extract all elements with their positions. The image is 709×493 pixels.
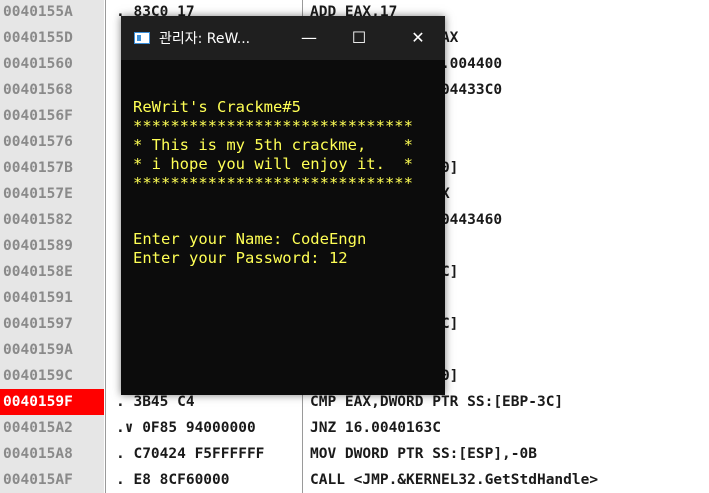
- column-divider: [302, 467, 303, 493]
- column-divider: [105, 363, 106, 389]
- row-address[interactable]: 004015AF: [0, 467, 104, 493]
- console-title: 관리자: ReW...: [159, 31, 251, 47]
- column-divider: [105, 207, 106, 233]
- row-address[interactable]: 0040157E: [0, 181, 104, 207]
- column-divider: [302, 441, 303, 467]
- banner-border-bottom: ******************************: [133, 174, 413, 192]
- row-address[interactable]: 0040159C: [0, 363, 104, 389]
- column-divider: [105, 467, 106, 493]
- row-disassembly[interactable]: JNZ 16.0040163C: [310, 415, 441, 441]
- row-address[interactable]: 00401560: [0, 51, 104, 77]
- row-address[interactable]: 0040155A: [0, 0, 104, 25]
- column-divider: [105, 337, 106, 363]
- password-prompt: Enter your Password: 12: [133, 249, 348, 267]
- name-prompt: Enter your Name: CodeEngn: [133, 230, 367, 248]
- minimize-button[interactable]: —: [284, 16, 334, 60]
- banner-line-1: * This is my 5th crackme, *: [133, 136, 413, 154]
- row-address[interactable]: 0040156F: [0, 103, 104, 129]
- column-divider: [105, 441, 106, 467]
- breakpoint-address[interactable]: 0040159F: [0, 389, 104, 415]
- column-divider: [105, 129, 106, 155]
- row-address[interactable]: 0040157B: [0, 155, 104, 181]
- column-divider: [105, 415, 106, 441]
- row-hex[interactable]: . E8 8CF60000: [116, 467, 230, 493]
- row-address[interactable]: 00401568: [0, 77, 104, 103]
- column-divider: [105, 233, 106, 259]
- close-button[interactable]: ✕: [393, 16, 443, 60]
- banner-title: ReWrit's Crackme#5: [133, 98, 301, 116]
- row-address[interactable]: 00401589: [0, 233, 104, 259]
- banner-line-2: * i hope you will enjoy it. *: [133, 155, 413, 173]
- console-output[interactable]: ReWrit's Crackme#5 *********************…: [121, 60, 445, 395]
- row-address[interactable]: 004015A8: [0, 441, 104, 467]
- row-address[interactable]: 00401576: [0, 129, 104, 155]
- console-title-bar[interactable]: 관리자: ReW... — ☐ ✕: [121, 16, 445, 60]
- listing-row[interactable]: 004015AF . E8 8CF60000 CALL <JMP.&KERNEL32…: [0, 467, 709, 493]
- column-divider: [105, 0, 106, 25]
- row-address[interactable]: 00401597: [0, 311, 104, 337]
- listing-row[interactable]: 004015A8 . C70424 F5FFFFFF MOV DWORD PTR S…: [0, 441, 709, 467]
- column-divider: [105, 25, 106, 51]
- column-divider: [105, 389, 106, 415]
- row-address[interactable]: 00401582: [0, 207, 104, 233]
- column-divider: [105, 311, 106, 337]
- row-address[interactable]: 0040155D: [0, 25, 104, 51]
- column-divider: [105, 155, 106, 181]
- row-hex[interactable]: . C70424 F5FFFFFF: [116, 441, 264, 467]
- row-disassembly[interactable]: CALL <JMP.&KERNEL32.GetStdHandle>: [310, 467, 598, 493]
- row-disassembly[interactable]: MOV DWORD PTR SS:[ESP],-0B: [310, 441, 537, 467]
- column-divider: [105, 285, 106, 311]
- column-divider: [302, 415, 303, 441]
- console-app-icon: [134, 32, 150, 44]
- row-address[interactable]: 0040159A: [0, 337, 104, 363]
- banner-border-top: ******************************: [133, 117, 413, 135]
- console-window[interactable]: 관리자: ReW... — ☐ ✕ ReWrit's Crackme#5 ***…: [121, 16, 445, 395]
- column-divider: [105, 259, 106, 285]
- column-divider: [105, 181, 106, 207]
- listing-row[interactable]: 004015A2 .∨ 0F85 94000000 JNZ 16.0040163C: [0, 415, 709, 441]
- maximize-button[interactable]: ☐: [334, 16, 384, 60]
- row-hex[interactable]: .∨ 0F85 94000000: [116, 415, 256, 441]
- row-address[interactable]: 0040158E: [0, 259, 104, 285]
- column-divider: [105, 77, 106, 103]
- row-address[interactable]: 00401591: [0, 285, 104, 311]
- column-divider: [105, 103, 106, 129]
- row-address[interactable]: 004015A2: [0, 415, 104, 441]
- column-divider: [105, 51, 106, 77]
